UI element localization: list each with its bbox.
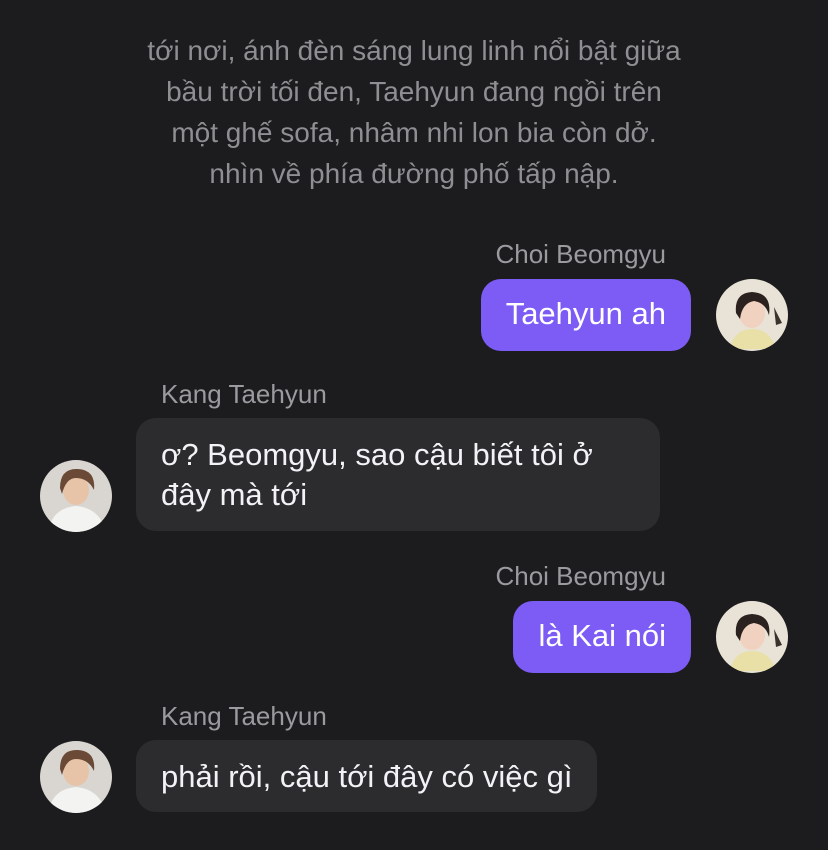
avatar-photo-icon [40,460,112,532]
taehyun-avatar[interactable] [40,741,112,813]
avatar-photo-icon [40,741,112,813]
narration-line: tới nơi, ánh đèn sáng lung linh nổi bật … [147,35,681,66]
message-bubble-incoming[interactable]: phải rồi, cậu tới đây có việc gì [136,740,598,812]
taehyun-avatar[interactable] [40,460,112,532]
beomgyu-avatar[interactable] [716,279,788,351]
message-bubble-outgoing[interactable]: là Kai nói [513,601,691,673]
message-bubble-incoming[interactable]: ơ? Beomgyu, sao cậu biết tôi ở đây mà tớ… [136,418,660,531]
sender-name: Kang Taehyun [161,379,327,409]
message-bubble-outgoing[interactable]: Taehyun ah [480,279,691,351]
sender-name: Choi Beomgyu [495,239,666,269]
avatar-photo-icon [716,601,788,673]
sender-name: Choi Beomgyu [495,561,666,591]
avatar-photo-icon [716,279,788,351]
beomgyu-avatar[interactable] [716,601,788,673]
narration-text: tới nơi, ánh đèn sáng lung linh nổi bật … [60,30,768,194]
narration-line: nhìn về phía đường phố tấp nập. [209,158,619,189]
sender-name: Kang Taehyun [161,701,327,731]
narration-line: một ghế sofa, nhâm nhi lon bia còn dở. [171,117,657,148]
narration-line: bầu trời tối đen, Taehyun đang ngồi trên [166,76,662,107]
